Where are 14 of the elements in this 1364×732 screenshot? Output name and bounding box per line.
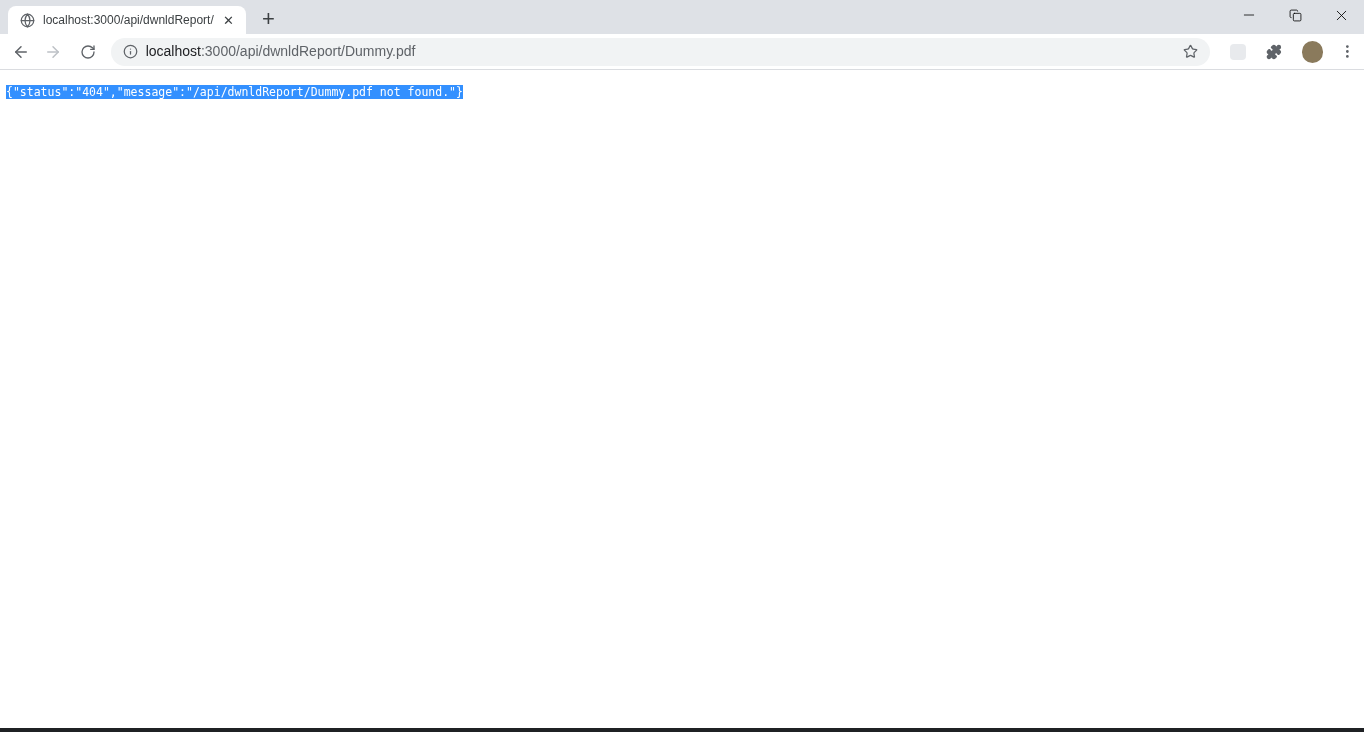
bookmark-star-icon[interactable] [1183, 44, 1199, 59]
globe-icon [20, 12, 35, 28]
address-bar[interactable]: localhost:3000/api/dwnldReport/Dummy.pdf [110, 37, 1211, 66]
extensions-icon[interactable] [1265, 43, 1282, 60]
restore-icon[interactable] [1288, 8, 1302, 22]
close-tab-button[interactable]: ✕ [223, 13, 234, 27]
info-icon [122, 44, 138, 59]
url-text: localhost:3000/api/dwnldReport/Dummy.pdf [145, 42, 417, 61]
json-response-text: {"status":"404","message":"/api/dwnldReport/Dummy.pdf not found."} [6, 85, 463, 99]
browser-tab[interactable]: localhost:3000/api/dwnldReport/ ✕ [8, 6, 246, 34]
profile-avatar[interactable] [1301, 40, 1324, 63]
reload-icon[interactable] [79, 43, 96, 60]
tab-title: localhost:3000/api/dwnldReport/ [43, 12, 215, 29]
new-tab-button[interactable]: + [262, 8, 275, 30]
